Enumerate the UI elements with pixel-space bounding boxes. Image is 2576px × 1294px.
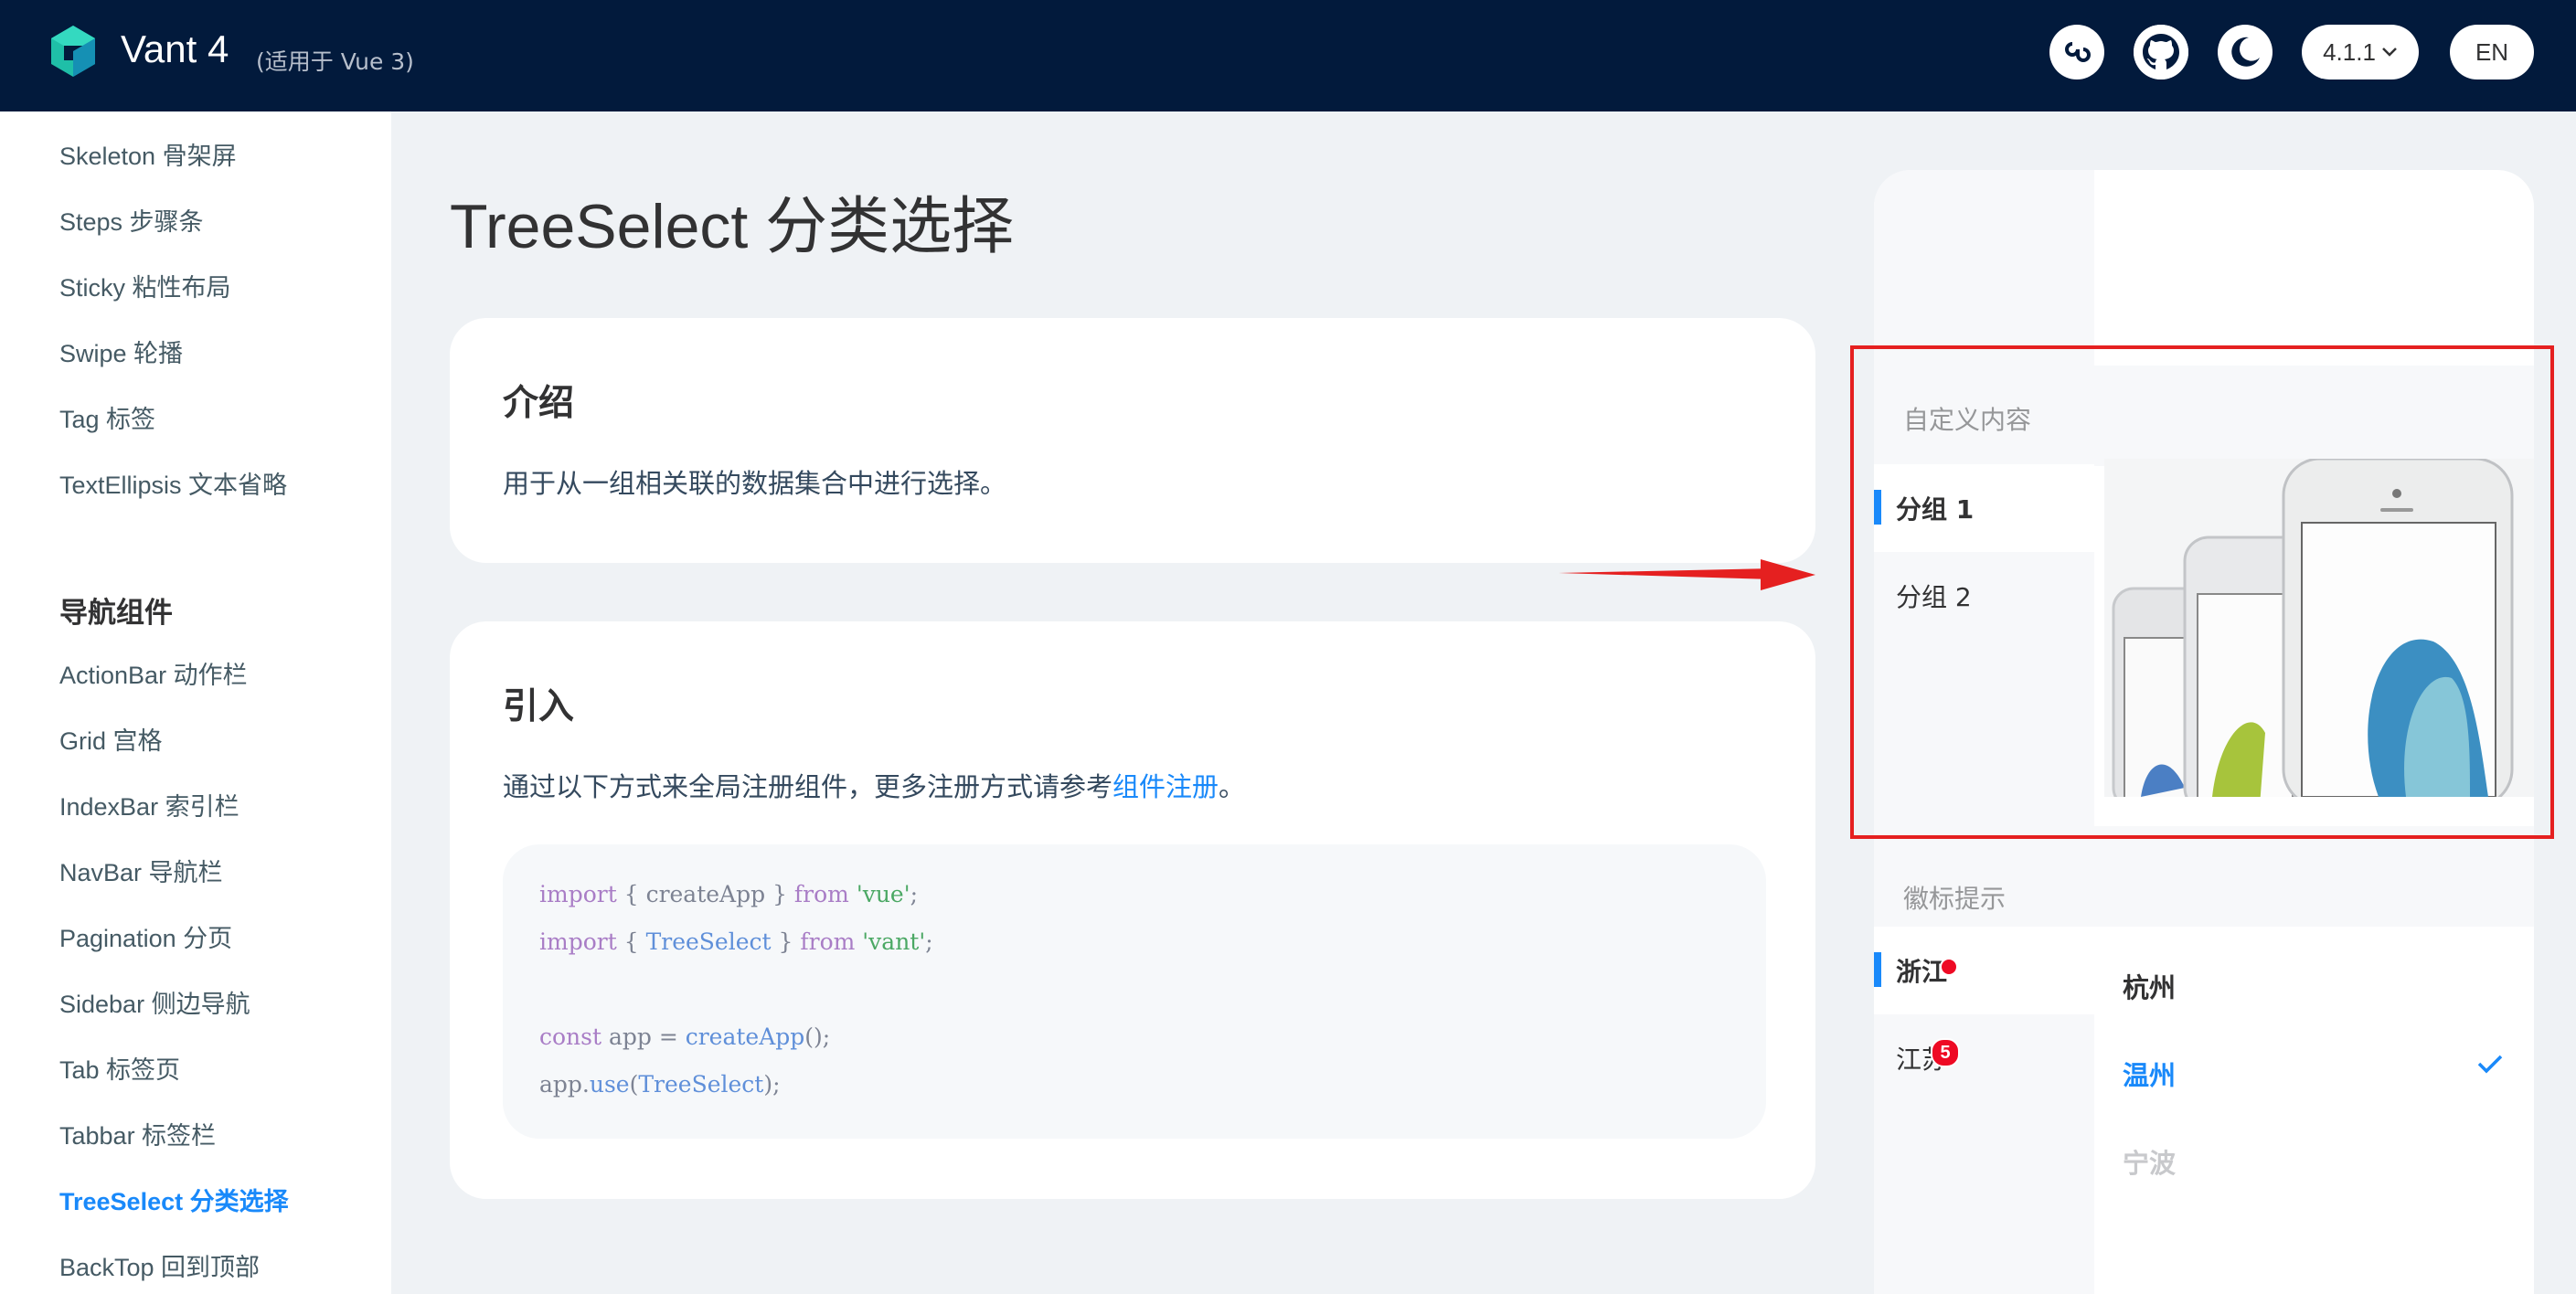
tree-nav-label: 浙江	[1896, 957, 1948, 987]
sidebar: Skeleton 骨架屏 Steps 步骤条 Sticky 粘性布局 Swipe…	[0, 111, 391, 1294]
sidebar-group-title: 导航组件	[59, 597, 173, 630]
sidebar-item-swipe[interactable]: Swipe 轮播	[59, 334, 183, 369]
tree-item-hangzhou[interactable]: 杭州	[2123, 967, 2176, 1005]
intro-heading: 介绍	[503, 383, 575, 424]
sidebar-item-treeselect[interactable]: TreeSelect 分类选择	[59, 1182, 289, 1217]
sidebar-item-backtop[interactable]: BackTop 回到顶部	[59, 1247, 260, 1283]
version-label: 4.1.1	[2323, 37, 2376, 66]
checkmark-icon	[2477, 1055, 2503, 1074]
sidebar-item-actionbar[interactable]: ActionBar 动作栏	[59, 655, 248, 691]
sidebar-item-navbar[interactable]: NavBar 导航栏	[59, 853, 223, 888]
sidebar-item-skeleton[interactable]: Skeleton 骨架屏	[59, 136, 237, 172]
sidebar-item-textellipsis[interactable]: TextEllipsis 文本省略	[59, 465, 287, 501]
version-select[interactable]: 4.1.1	[2302, 25, 2419, 80]
intro-text: 用于从一组相关联的数据集合中进行选择。	[503, 468, 1007, 499]
sidebar-item-pagination[interactable]: Pagination 分页	[59, 918, 232, 954]
sidebar-item-sidebar[interactable]: Sidebar 侧边导航	[59, 984, 250, 1020]
page-title: TreeSelect 分类选择	[450, 192, 1015, 261]
import-card: 引入 通过以下方式来全局注册组件，更多注册方式请参考组件注册。 import {…	[450, 621, 1815, 1199]
brand-subtitle: (适用于 Vue 3)	[256, 48, 414, 75]
annotation-arrow-icon	[1559, 559, 1815, 590]
dark-mode-icon[interactable]	[2218, 25, 2273, 80]
sidebar-item-tag[interactable]: Tag 标签	[59, 399, 155, 435]
sidebar-item-grid[interactable]: Grid 宫格	[59, 721, 163, 757]
section-title-badge: 徽标提示	[1903, 884, 2007, 914]
intro-card: 介绍 用于从一组相关联的数据集合中进行选择。	[450, 318, 1815, 563]
chevron-down-icon	[2382, 48, 2397, 57]
tree-item-wenzhou[interactable]: 温州	[2123, 1055, 2176, 1093]
import-heading: 引入	[503, 686, 575, 727]
annotation-highlight-box	[1850, 345, 2554, 839]
tree-nav-zhejiang[interactable]: 浙江	[1874, 927, 2094, 1014]
code-line: app.use(TreeSelect);	[539, 1071, 781, 1098]
import-text-end: 。	[1219, 771, 1246, 802]
sidebar-item-indexbar[interactable]: IndexBar 索引栏	[59, 787, 240, 822]
vant-logo-icon[interactable]	[48, 24, 99, 79]
component-registration-link[interactable]: 组件注册	[1112, 771, 1219, 802]
code-line: const app = createApp();	[539, 1024, 831, 1050]
tree-item-ningbo: 宁波	[2123, 1148, 2177, 1179]
sidebar-item-tabbar[interactable]: Tabbar 标签栏	[59, 1116, 216, 1151]
brand-title[interactable]: Vant 4	[121, 27, 229, 71]
sidebar-item-steps[interactable]: Steps 步骤条	[59, 202, 204, 238]
import-text-main: 通过以下方式来全局注册组件，更多注册方式请参考	[503, 771, 1113, 802]
import-text: 通过以下方式来全局注册组件，更多注册方式请参考组件注册。	[503, 766, 1245, 804]
code-line: import { TreeSelect } from 'vant';	[539, 928, 933, 955]
mini-program-icon[interactable]	[2049, 25, 2104, 80]
sidebar-item-tab[interactable]: Tab 标签页	[59, 1050, 180, 1086]
count-badge: 5	[1931, 1038, 1960, 1067]
code-block: import { createApp } from 'vue'; import …	[503, 844, 1766, 1139]
language-switch-button[interactable]: EN	[2450, 25, 2534, 80]
dot-badge	[1940, 958, 1958, 976]
code-line: import { createApp } from 'vue';	[539, 881, 919, 907]
github-icon[interactable]	[2134, 25, 2188, 80]
tree-nav-jiangsu[interactable]: 江苏	[1874, 1014, 2094, 1102]
sidebar-item-sticky[interactable]: Sticky 粘性布局	[59, 268, 231, 303]
top-header: Vant 4 (适用于 Vue 3) 4.1.1 EN	[0, 0, 2576, 111]
